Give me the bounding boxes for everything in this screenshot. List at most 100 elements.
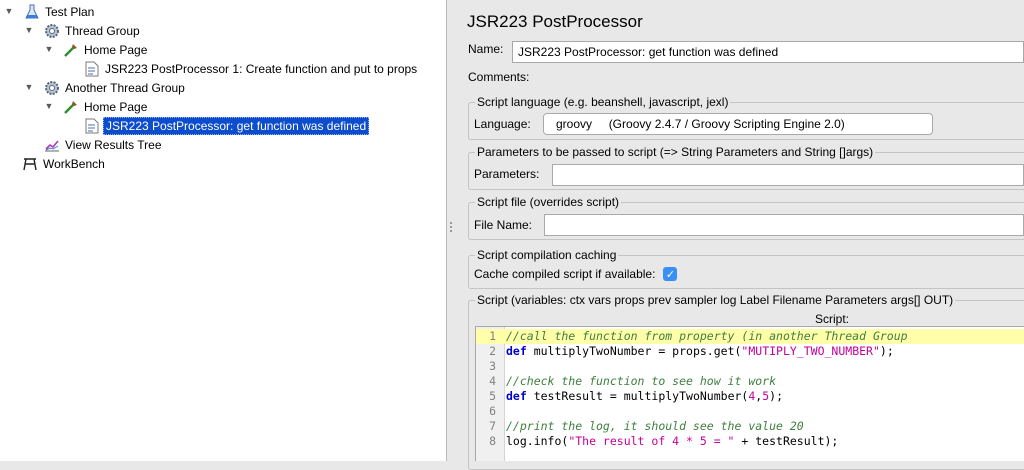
tree-item-label: Thread Group [65,23,140,38]
name-row: Name: [468,42,503,56]
tree-item-jsr223-postprocessor-1[interactable]: JSR223 PostProcessor 1: Create function … [0,59,419,78]
test-plan-tree[interactable]: ▼ Test Plan ▼ Thread Group ▼ Home Page J… [0,0,447,461]
code-token: "The result of 4 * 5 = " [568,434,735,448]
line-number: 5 [489,389,496,403]
parameters-label: Parameters: [474,167,540,181]
file-name-input[interactable] [544,214,1024,236]
collapse-toggle-icon[interactable]: ▼ [44,44,54,54]
panel-title: JSR223 PostProcessor [467,12,643,31]
code-token: def [506,344,527,358]
comments-row: Comments: [468,70,529,84]
collapse-toggle-icon[interactable]: ▼ [4,6,14,16]
comments-label: Comments: [468,70,530,84]
script-header: Script: [815,312,850,326]
code-token: "MUTIPLY_TWO_NUMBER" [741,344,880,358]
language-select-value: groovy (Groovy 2.4.7 / Groovy Scripting … [556,117,845,131]
parameters-input[interactable] [552,164,1024,186]
code-line[interactable]: 6 [476,404,1024,419]
code-text: log.info("The result of 4 * 5 = " + test… [506,434,838,449]
tree-item-label: JSR223 PostProcessor 1: Create function … [105,61,418,76]
script-editor[interactable]: 1 //call the function from property (in a… [475,326,1024,461]
tree-item-label: JSR223 PostProcessor: get function was d… [103,116,370,135]
name-field-value: JSR223 PostProcessor: get function was d… [518,45,779,59]
tree-item-jsr223-postprocessor-selected[interactable]: JSR223 PostProcessor: get function was d… [0,116,370,135]
tree-item-another-thread-group[interactable]: ▼ Another Thread Group [0,78,187,97]
code-text: //print the log, it should see the value… [506,419,804,434]
sampler-icon [63,99,79,115]
tree-item-label: View Results Tree [65,137,162,152]
code-token: multiplyTwoNumber = props.get( [526,344,742,358]
code-token: ); [879,344,894,358]
script-file-legend: Script file (overrides script) [475,194,622,210]
line-number: 8 [489,434,496,448]
tree-item-home-page[interactable]: ▼ Home Page [0,40,149,59]
code-line[interactable]: 4 //check the function to see how it work [476,374,1024,389]
script-icon [84,61,100,77]
grip-dot [450,226,452,228]
line-number: 1 [489,329,496,343]
code-text: //call the function from property (in an… [506,329,908,344]
code-token: testResult = multiplyTwoNumber( [526,389,749,403]
code-token: //check the function to see how it work [506,374,777,388]
tree-item-view-results-tree[interactable]: View Results Tree [0,135,164,154]
collapse-toggle-icon[interactable]: ▼ [24,25,34,35]
code-line[interactable]: 8 log.info("The result of 4 * 5 = " + tes… [476,434,1024,449]
code-text: def testResult = multiplyTwoNumber(4,5); [506,389,783,404]
code-token: //print the log, it should see the value… [506,419,804,433]
code-token: log.info( [506,434,569,448]
sampler-icon [63,42,79,58]
tree-item-label: Another Thread Group [65,80,185,95]
code-token: //call the function from property (in an… [506,329,908,343]
code-line[interactable]: 2 def multiplyTwoNumber = props.get("MUTI… [476,344,1024,359]
grip-dot [450,230,452,232]
code-line[interactable]: 1 //call the function from property (in a… [476,329,1024,344]
cache-label: Cache compiled script if available: [474,267,656,281]
code-line[interactable]: 7 //print the log, it should see the valu… [476,419,1024,434]
split-pane-divider[interactable] [447,0,455,461]
language-row: Language: [474,117,531,131]
line-number: 6 [489,404,496,418]
code-text: def multiplyTwoNumber = props.get("MUTIP… [506,344,894,359]
cache-row: Cache compiled script if available: ✓ [474,267,678,281]
chart-icon [44,137,60,153]
tree-item-thread-group[interactable]: ▼ Thread Group [0,21,142,40]
parameters-row: Parameters: [474,167,539,181]
workbench-icon [22,156,38,172]
script-icon [84,118,100,134]
flask-icon [24,4,40,20]
code-token: + testResult); [734,434,839,448]
tree-item-label: WorkBench [43,156,105,171]
tree-item-test-plan[interactable]: ▼ Test Plan [0,2,96,21]
script-language-legend: Script language (e.g. beanshell, javascr… [475,94,731,110]
file-name-row: File Name: [474,218,532,232]
code-line[interactable]: 5 def testResult = multiplyTwoNumber(4,5)… [476,389,1024,404]
tree-item-home-page[interactable]: ▼ Home Page [0,97,149,116]
collapse-toggle-icon[interactable]: ▼ [24,82,34,92]
code-token: ); [769,389,784,403]
parameters-legend: Parameters to be passed to script (=> St… [475,144,876,160]
language-select[interactable]: groovy (Groovy 2.4.7 / Groovy Scripting … [543,113,933,135]
tree-item-workbench[interactable]: WorkBench [0,154,107,173]
code-token: def [506,389,527,403]
code-text: //check the function to see how it work [506,374,776,389]
script-group-legend: Script (variables: ctx vars props prev s… [475,292,956,308]
name-label: Name: [468,42,504,56]
line-number: 3 [489,359,496,373]
cache-checkbox[interactable]: ✓ [663,267,678,281]
gear-icon [44,80,60,96]
grip-dot [450,222,452,224]
file-name-label: File Name: [474,218,533,232]
tree-item-label: Home Page [84,42,148,57]
gear-icon [44,23,60,39]
comments-field[interactable] [543,69,1024,91]
collapse-toggle-icon[interactable]: ▼ [44,101,54,111]
tree-item-label: Home Page [84,99,148,114]
script-caching-legend: Script compilation caching [475,247,619,263]
language-label: Language: [474,117,531,131]
line-number: 7 [489,419,496,433]
line-number: 2 [489,344,496,358]
line-number: 4 [489,374,496,388]
tree-item-label: Test Plan [45,4,95,19]
code-line[interactable]: 3 [476,359,1024,374]
name-field[interactable]: JSR223 PostProcessor: get function was d… [512,41,1024,63]
